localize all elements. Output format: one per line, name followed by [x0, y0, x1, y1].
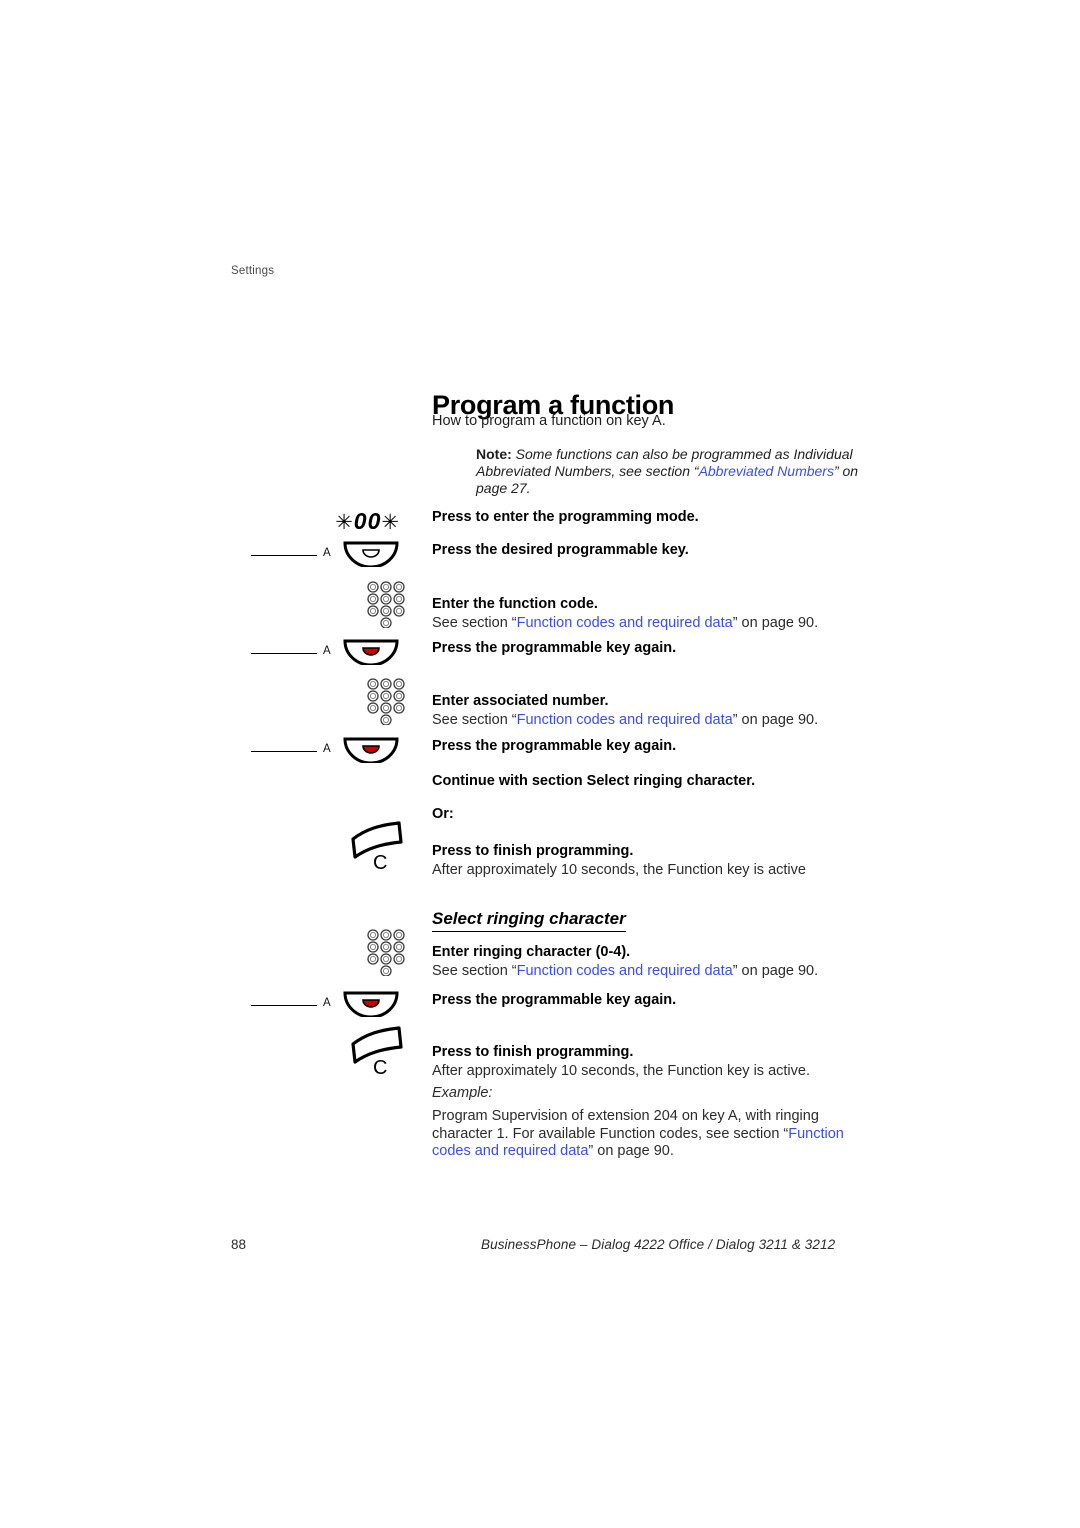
step-heading: Press the programmable key again.: [432, 640, 677, 656]
step-heading: Press the desired programmable key.: [432, 542, 689, 558]
dial-code-icon: ✳00✳: [240, 508, 418, 535]
step-icon-column: [240, 580, 418, 628]
step-cross-reference-link[interactable]: Function codes and required data: [517, 963, 733, 979]
step-heading: Enter associated number.: [432, 693, 609, 709]
step-text-column: Press the programmable key again.: [432, 639, 872, 657]
step-icon-column: [240, 677, 418, 725]
step-subtext: After approximately 10 seconds, the Func…: [432, 1063, 810, 1079]
step-text-column: Enter ringing character (0-4). See secti…: [432, 928, 872, 980]
leader-line: [251, 555, 317, 556]
step-icon-column: [240, 928, 418, 976]
star-icon-left: ✳: [335, 511, 354, 534]
step-heading: Press to finish programming.: [432, 843, 634, 859]
step-text-column: Enter the function code. See section “Fu…: [432, 580, 872, 632]
step-subtext-prefix: See section “: [432, 963, 517, 979]
key-letter-label: A: [323, 743, 331, 755]
keypad-icon[interactable]: [240, 580, 418, 628]
note-cross-reference-link[interactable]: Abbreviated Numbers: [699, 463, 834, 479]
step-heading: Enter the function code.: [432, 596, 598, 612]
intro-text: How to program a function on key A.: [432, 413, 666, 429]
step-text-column: Press the programmable key again.: [432, 991, 872, 1009]
key-letter-label: A: [323, 547, 331, 559]
step-subtext: See section “Function codes and required…: [432, 711, 872, 729]
step-heading: Enter ringing character (0-4).: [432, 944, 631, 960]
note-block: Note: Some functions can also be program…: [476, 446, 868, 497]
step-heading: Press the programmable key again.: [432, 992, 677, 1008]
leader-line: [251, 751, 317, 752]
running-header: Settings: [231, 265, 275, 277]
step-subtext-prefix: See section “: [432, 615, 517, 631]
step-heading: Press to enter the programming mode.: [432, 509, 699, 525]
step-subtext-suffix: ” on page 90.: [732, 615, 819, 631]
key-glyph: [343, 991, 399, 1022]
example-label: Example:: [432, 1085, 493, 1101]
step-text-column: Press to finish programming. After appro…: [432, 820, 872, 879]
step-heading: Press the programmable key again.: [432, 738, 677, 754]
footer-document-title: BusinessPhone – Dialog 4222 Office / Dia…: [481, 1237, 836, 1252]
star-icon-right: ✳: [381, 511, 400, 534]
key-letter-label: A: [323, 645, 331, 657]
leader-line: [251, 653, 317, 654]
step-subtext: See section “Function codes and required…: [432, 962, 872, 980]
step-subtext-suffix: ” on page 90.: [732, 963, 819, 979]
step-text-column: Continue with section Select ringing cha…: [432, 772, 872, 790]
keypad-icon[interactable]: [240, 928, 418, 976]
step-text-column: Enter associated number. See section “Fu…: [432, 677, 872, 729]
step-icon-column: C: [240, 820, 418, 872]
leader-line: [251, 1005, 317, 1006]
step-text-column: Press to finish programming. After appro…: [432, 1025, 872, 1080]
step-subtext-prefix: See section “: [432, 712, 517, 728]
step-subtext: After approximately 10 seconds, the Func…: [432, 862, 806, 878]
key-glyph: [343, 639, 399, 670]
keypad-icon[interactable]: [240, 677, 418, 725]
key-glyph: [343, 737, 399, 768]
clear-key-icon[interactable]: C: [240, 820, 418, 872]
key-glyph: [343, 541, 399, 572]
example-text-2: ” on page 90.: [588, 1143, 674, 1159]
programmable-key-icon[interactable]: A: [240, 991, 418, 1021]
svg-text:C: C: [373, 852, 387, 872]
step-cross-reference-link[interactable]: Function codes and required data: [517, 615, 733, 631]
clear-key-icon[interactable]: C: [240, 1025, 418, 1077]
note-label: Note:: [476, 446, 512, 462]
step-icon-column: C: [240, 1025, 418, 1077]
step-text-column: Press the programmable key again.: [432, 737, 872, 755]
svg-text:C: C: [373, 1057, 387, 1077]
programmable-key-icon[interactable]: A: [240, 541, 418, 571]
step-subtext: See section “Function codes and required…: [432, 614, 872, 632]
dial-code-digits: 00: [353, 508, 382, 534]
step-heading: Press to finish programming.: [432, 1044, 634, 1060]
step-icon-column: A: [240, 639, 418, 679]
step-icon-column: A: [240, 541, 418, 581]
step-text-column: Press to enter the programming mode.: [432, 508, 872, 526]
step-subtext-suffix: ” on page 90.: [732, 712, 819, 728]
example-text-1: Program Supervision of extension 204 on …: [432, 1108, 819, 1142]
step-heading: Continue with section Select ringing cha…: [432, 773, 756, 789]
step-icon-column: A: [240, 737, 418, 777]
example-body: Program Supervision of extension 204 on …: [432, 1108, 844, 1161]
footer-page-number: 88: [231, 1237, 247, 1252]
programmable-key-icon[interactable]: A: [240, 737, 418, 767]
programmable-key-icon[interactable]: A: [240, 639, 418, 669]
step-cross-reference-link[interactable]: Function codes and required data: [517, 712, 733, 728]
document-page: Settings Program a function How to progr…: [0, 0, 1080, 1528]
key-letter-label: A: [323, 997, 331, 1009]
step-text-column: Press the desired programmable key.: [432, 541, 872, 559]
